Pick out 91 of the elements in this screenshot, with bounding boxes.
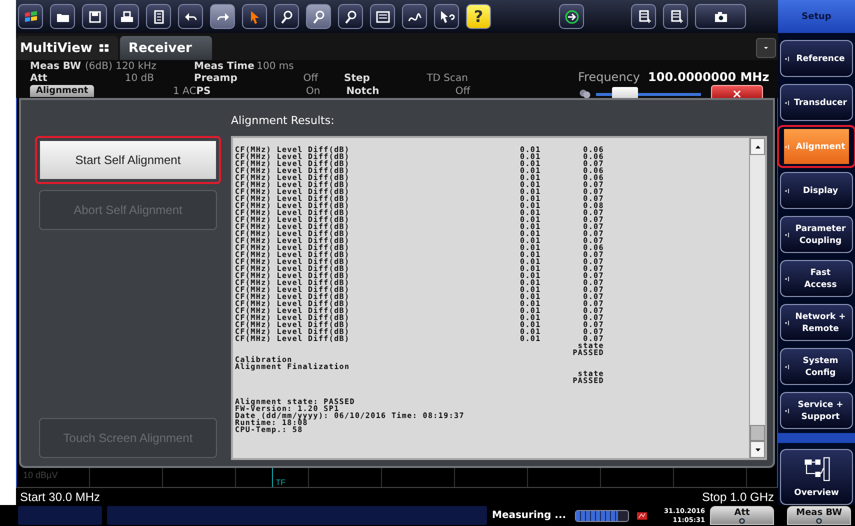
toolbar-button[interactable]	[663, 4, 688, 29]
tab-label: Receiver	[128, 40, 192, 56]
toolbar-button[interactable]	[559, 4, 584, 29]
menu-button[interactable]: Fast Access	[780, 260, 853, 297]
button-label: Display	[802, 184, 840, 196]
menu-button[interactable]: Network + Remote	[780, 304, 853, 341]
toolbar-button[interactable]	[178, 4, 203, 29]
info-value: On	[304, 86, 320, 96]
scroll-thumb[interactable]	[750, 425, 765, 441]
magnifier-icon	[342, 8, 358, 24]
info-value: Off	[454, 86, 470, 96]
info-label: Step	[344, 72, 371, 84]
menu-button[interactable]: Service + Support	[780, 392, 853, 429]
info-value: TD Scan	[426, 72, 468, 84]
button-label: Network + Remote	[794, 310, 847, 334]
toolbar-button[interactable]	[242, 4, 267, 29]
info-label: Notch	[346, 86, 380, 96]
magnifier-icon	[278, 8, 294, 24]
close-icon	[732, 88, 742, 98]
button-label: Transducer	[792, 96, 848, 108]
toolbar-button[interactable]	[50, 4, 75, 29]
softkey-button[interactable]: Meas BW	[787, 506, 852, 525]
toolbar-button[interactable]	[402, 4, 427, 29]
frequency-value: 100.0000000 MHz	[648, 70, 770, 84]
menu-button[interactable]: Reference	[780, 40, 853, 77]
axis-label: 10 dBµV	[23, 470, 58, 480]
tab[interactable]: MultiView	[16, 36, 118, 60]
overview-button[interactable]: Overview	[780, 449, 853, 505]
button-label: Service + Support	[796, 398, 844, 422]
menu-button[interactable]: Parameter Coupling	[780, 216, 853, 253]
menu-button[interactable]: Display	[780, 172, 853, 209]
button-label: Reference	[795, 52, 846, 64]
printer-icon	[118, 8, 134, 24]
circle-icon	[739, 518, 746, 524]
info-value: 1 AC	[172, 86, 196, 96]
status-text: Measuring ...	[492, 510, 566, 521]
toolbar-button[interactable]	[210, 4, 235, 29]
softkey-button[interactable]: Att	[710, 506, 774, 525]
tab[interactable]: Receiver	[120, 36, 212, 60]
start-frequency: Start 30.0 MHz	[20, 490, 100, 504]
toolbar-button[interactable]	[274, 4, 299, 29]
marker-label: TF	[276, 478, 286, 487]
info-value: Off	[302, 72, 318, 84]
flag-icon	[22, 8, 38, 24]
toolbar-button[interactable]	[434, 4, 459, 29]
toolbar-button[interactable]	[338, 4, 363, 29]
scroll-down-button[interactable]	[750, 441, 765, 458]
toolbar-button[interactable]	[18, 4, 43, 29]
info-label: Preamp	[194, 72, 238, 84]
toolbar-button[interactable]	[114, 4, 139, 29]
toolbar-button[interactable]	[631, 4, 656, 29]
down-arrow-icon	[754, 446, 762, 454]
stop-frequency: Stop 1.0 GHz	[702, 490, 774, 504]
save-icon	[86, 8, 102, 24]
alignment-button[interactable]: Start Self Alignment	[35, 136, 221, 184]
scrollbar[interactable]	[749, 138, 765, 458]
info-label: PS	[196, 86, 212, 96]
toolbar-button[interactable]	[695, 4, 746, 29]
menu-header: Setup	[778, 0, 855, 33]
toolbar-button[interactable]	[146, 4, 171, 29]
circles-icon	[578, 86, 592, 100]
grid-icon	[98, 42, 110, 54]
tab-label: MultiView	[20, 40, 92, 56]
toolbar-button[interactable]: ?	[466, 4, 491, 29]
info-value: (6dB) 120 kHz	[85, 60, 158, 72]
marker-line	[272, 468, 273, 487]
results-label: Alignment Results:	[231, 114, 336, 127]
toolbar-button[interactable]	[306, 4, 331, 29]
info-value: 100 ms	[256, 60, 295, 72]
menu-button[interactable]: System Config	[780, 348, 853, 385]
menu-button[interactable]: Transducer	[780, 84, 853, 121]
button-label: Alignment	[794, 140, 846, 152]
scroll-up-button[interactable]	[750, 138, 765, 155]
button-label: Parameter Coupling	[794, 222, 847, 246]
window-icon	[374, 8, 390, 24]
arrow-circle-icon	[564, 8, 580, 24]
magnifier-icon	[310, 8, 326, 24]
circle-icon	[816, 518, 822, 524]
info-value: 10 dB	[124, 72, 154, 84]
button-label: Overview	[794, 488, 839, 498]
toolbar-button[interactable]	[82, 4, 107, 29]
dialog-title: Alignment	[30, 85, 94, 97]
frequency-label: Frequency	[578, 70, 640, 84]
info-label: Meas BW	[30, 60, 82, 72]
button-label: Fast Access	[803, 266, 838, 290]
toolbar-button[interactable]	[370, 4, 395, 29]
button-label: System Config	[802, 354, 840, 378]
help-pointer-icon	[438, 8, 454, 24]
caret-icon	[762, 44, 770, 52]
info-label: Meas Time	[194, 60, 253, 72]
info-label: Att	[30, 72, 48, 84]
